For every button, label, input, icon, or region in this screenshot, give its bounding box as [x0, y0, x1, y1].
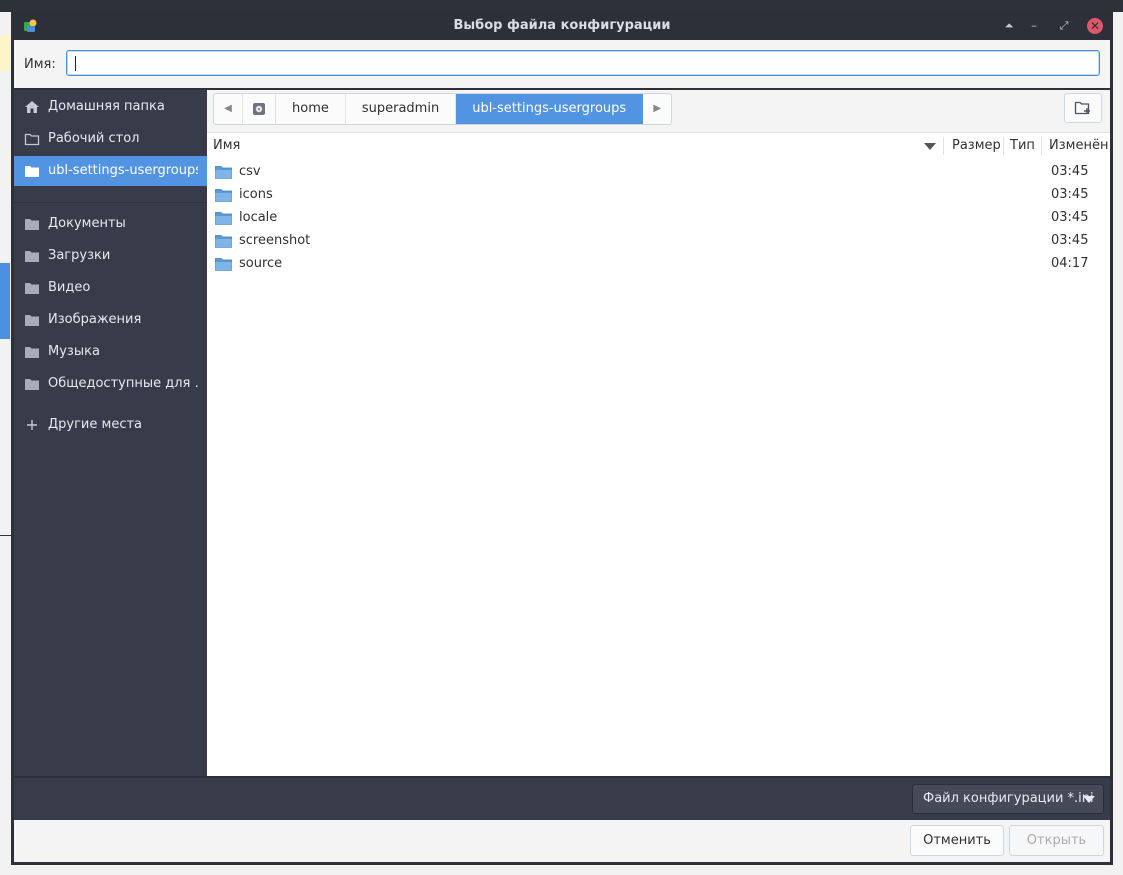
sidebar-item-label: Другие места: [48, 417, 143, 432]
create-folder-button[interactable]: [1064, 93, 1102, 123]
path-crumb-ubl-settings-usergroups[interactable]: ubl-settings-usergroups: [456, 94, 644, 124]
folder-icon: [25, 251, 39, 262]
file-row[interactable]: locale 03:45: [207, 207, 1110, 230]
sidebar-item-label: Домашняя папка: [48, 99, 165, 114]
path-scroll-right-button[interactable]: ▶: [643, 94, 671, 124]
file-chooser-dialog: Выбор файла конфигурации ⏶ – ⤢ ✕ Имя: До…: [11, 12, 1113, 865]
filter-bar: Файл конфигурации *.ini: [14, 778, 1110, 820]
background-selection: [0, 263, 10, 339]
open-button[interactable]: Открыть: [1009, 825, 1104, 856]
column-type-header[interactable]: Тип: [1010, 138, 1035, 153]
folder-icon: [215, 212, 232, 225]
sidebar-item-music[interactable]: Музыка: [14, 337, 207, 367]
sidebar-separator: [14, 202, 207, 203]
sidebar-item-other-locations[interactable]: Другие места: [14, 410, 207, 440]
folder-icon: [25, 347, 39, 358]
sidebar-item-home[interactable]: Домашняя папка: [14, 92, 207, 122]
path-bar: ◀ home superadmin ubl-settings-usergroup…: [213, 93, 673, 125]
file-name: icons: [239, 187, 273, 202]
folder-icon: [25, 283, 39, 294]
column-separator: [943, 137, 944, 155]
path-crumb-superadmin[interactable]: superadmin: [346, 94, 457, 124]
column-header-row: Имя Размер Тип Изменён: [207, 133, 1110, 159]
folder-icon: [215, 166, 232, 179]
background-window-edge: [0, 0, 1123, 12]
column-name-header[interactable]: Имя: [213, 138, 240, 153]
file-modified: 04:17: [1051, 256, 1089, 271]
sidebar-item-label: Видео: [48, 280, 91, 295]
cancel-button[interactable]: Отменить: [910, 825, 1004, 856]
disk-icon: [253, 103, 265, 115]
sort-down-icon[interactable]: [924, 143, 936, 151]
sidebar-item-label: Музыка: [48, 344, 100, 359]
name-label: Имя:: [24, 57, 56, 72]
folder-icon: [215, 258, 232, 271]
path-root-button[interactable]: [243, 94, 276, 124]
file-row[interactable]: csv 03:45: [207, 161, 1110, 184]
file-name: screenshot: [239, 233, 311, 248]
background-divider: [0, 535, 11, 536]
folder-icon: [25, 166, 39, 177]
column-separator: [1003, 137, 1004, 155]
sidebar-item-videos[interactable]: Видео: [14, 273, 207, 303]
folder-icon: [215, 189, 232, 202]
background-highlight: [0, 35, 10, 71]
title-bar: Выбор файла конфигурации ⏶ – ⤢ ✕: [11, 12, 1113, 40]
file-modified: 03:45: [1051, 210, 1089, 225]
sidebar-item-ubl-settings-usergroups[interactable]: ubl-settings-usergroups: [14, 156, 207, 186]
name-bar: Имя:: [14, 40, 1110, 88]
folder-icon: [215, 235, 232, 248]
folder-icon: [25, 379, 39, 390]
column-size-header[interactable]: Размер: [952, 138, 1001, 153]
sidebar-item-label: Документы: [48, 216, 126, 231]
text-caret: [75, 56, 76, 71]
file-filter-dropdown[interactable]: Файл конфигурации *.ini: [912, 784, 1104, 814]
background-window-edge: [0, 866, 1123, 875]
action-bar: Отменить Открыть: [14, 820, 1110, 862]
file-modified: 03:45: [1051, 233, 1089, 248]
sidebar-item-downloads[interactable]: Загрузки: [14, 241, 207, 271]
file-row[interactable]: screenshot 03:45: [207, 230, 1110, 253]
sidebar-item-pictures[interactable]: Изображения: [14, 305, 207, 335]
new-folder-icon: [1074, 101, 1090, 115]
path-crumb-home[interactable]: home: [276, 94, 346, 124]
path-scroll-left-button[interactable]: ◀: [214, 94, 243, 124]
file-name: locale: [239, 210, 278, 225]
file-row[interactable]: source 04:17: [207, 253, 1110, 276]
file-row[interactable]: icons 03:45: [207, 184, 1110, 207]
folder-icon: [25, 219, 39, 230]
filename-input[interactable]: [66, 50, 1100, 76]
folder-icon: [25, 315, 39, 326]
roll-up-button[interactable]: ⏶: [1000, 17, 1018, 35]
sidebar-item-public[interactable]: Общедоступные для …: [14, 369, 207, 399]
file-list-pane: ◀ home superadmin ubl-settings-usergroup…: [207, 90, 1110, 776]
column-modified-header[interactable]: Изменён: [1049, 138, 1108, 153]
path-bar-area: ◀ home superadmin ubl-settings-usergroup…: [207, 90, 1110, 133]
sidebar-item-desktop[interactable]: Рабочий стол: [14, 124, 207, 154]
file-modified: 03:45: [1051, 164, 1089, 179]
file-modified: 03:45: [1051, 187, 1089, 202]
places-sidebar: Домашняя папка Рабочий стол ubl-settings…: [14, 90, 207, 776]
chevron-down-icon: [1083, 796, 1095, 803]
file-name: csv: [239, 164, 261, 179]
close-button[interactable]: ✕: [1087, 18, 1103, 34]
file-filter-label: Файл конфигурации *.ini: [923, 791, 1094, 806]
sidebar-item-documents[interactable]: Документы: [14, 209, 207, 239]
home-icon: [25, 101, 39, 113]
sidebar-item-label: Загрузки: [48, 248, 111, 263]
sidebar-item-label: ubl-settings-usergroups: [48, 163, 198, 178]
sidebar-item-label: Рабочий стол: [48, 131, 140, 146]
maximize-button[interactable]: ⤢: [1055, 17, 1073, 35]
sidebar-item-label: Изображения: [48, 312, 142, 327]
column-separator: [1041, 137, 1042, 155]
sidebar-item-label: Общедоступные для …: [48, 376, 198, 391]
window-title: Выбор файла конфигурации: [453, 18, 671, 33]
minimize-button[interactable]: –: [1025, 17, 1043, 35]
plus-icon: [27, 420, 37, 430]
folder-outline-icon: [24, 133, 40, 146]
file-name: source: [239, 256, 283, 271]
